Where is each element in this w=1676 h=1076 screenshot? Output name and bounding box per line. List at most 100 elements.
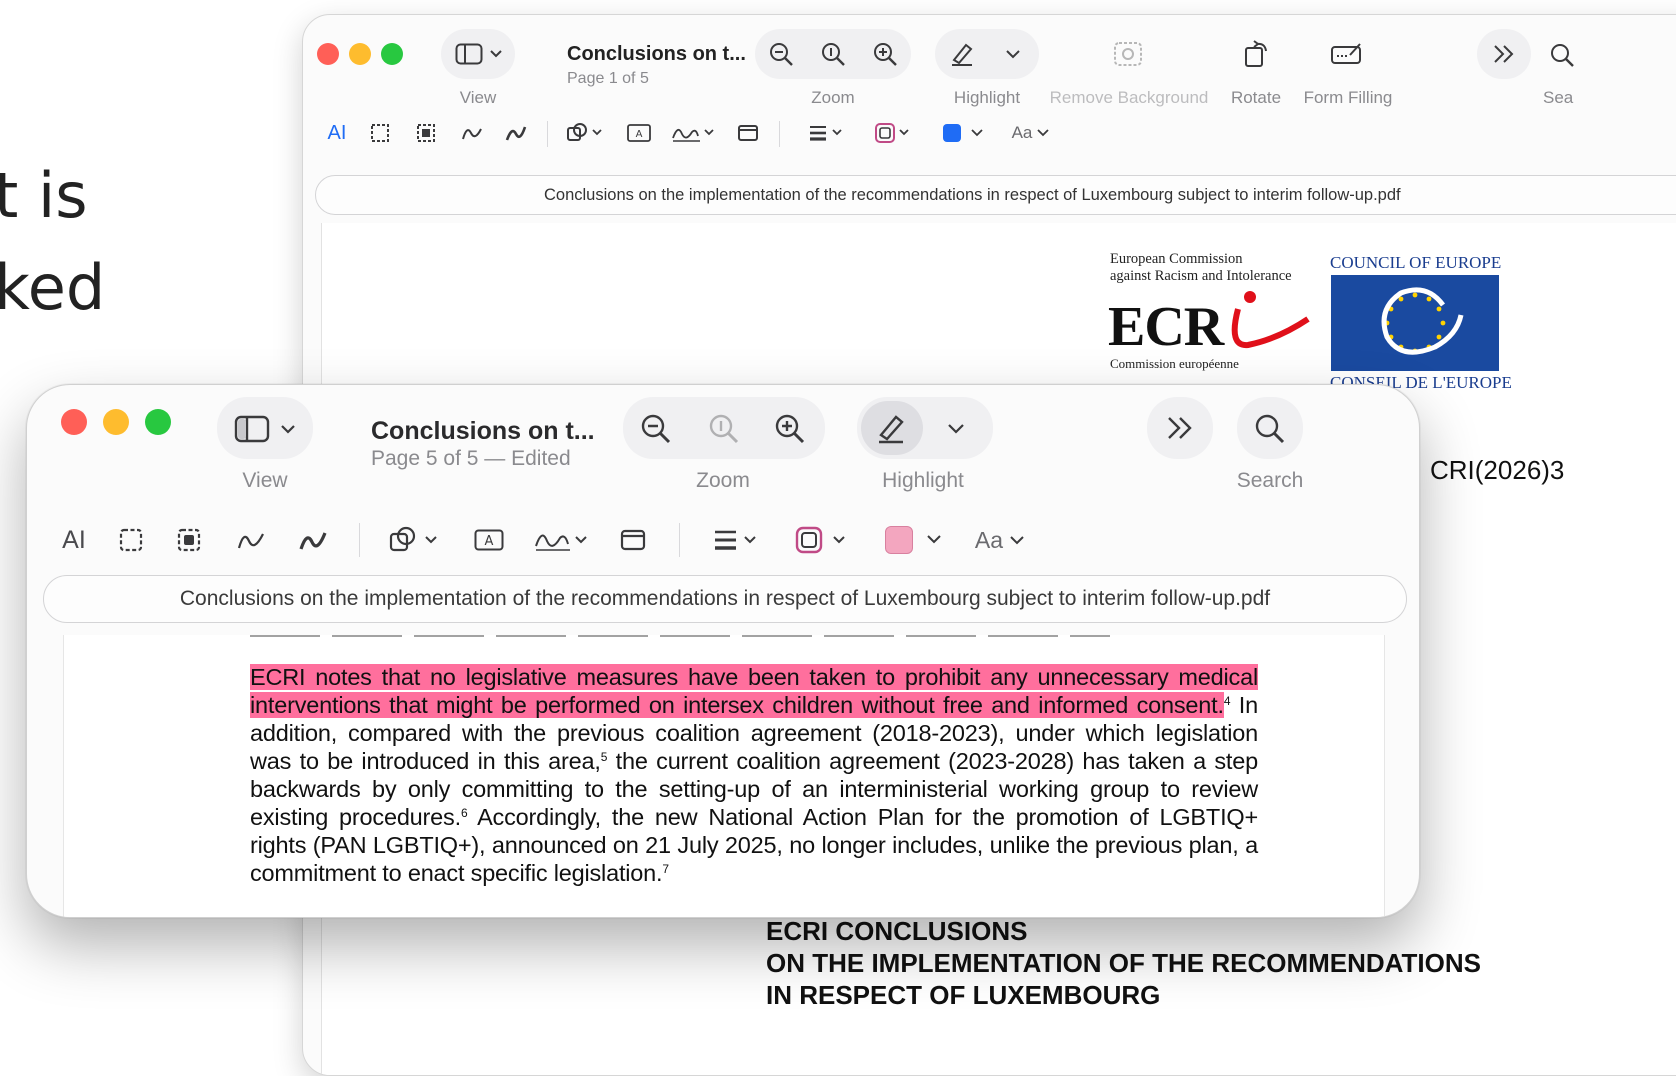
sketch-icon[interactable] [233,525,269,555]
zoom-window-button[interactable] [381,43,403,65]
preview-window-front[interactable]: View Conclusions on t... Page 5 of 5 — E… [26,384,1420,918]
highlighted-annotation[interactable]: ECRI notes that no legislative measures … [250,664,1258,718]
toolbar-divider [679,523,680,557]
sidebar-icon [231,413,273,445]
shapes-icon[interactable] [565,121,605,145]
line-style-icon[interactable] [711,525,763,555]
heading-line: ON THE IMPLEMENTATION OF THE RECOMMENDAT… [766,948,1481,978]
page-note-icon[interactable] [617,525,649,555]
chevron-down-icon[interactable] [1001,44,1025,64]
highlight-label: Highlight [953,88,1021,107]
more-tools-button[interactable] [1147,397,1213,459]
zoom-controls [623,397,825,459]
view-button[interactable] [217,397,313,459]
text-style-label: Aa [974,526,1004,553]
zoom-window-button[interactable] [145,409,171,435]
instant-alpha-icon[interactable] [173,525,205,555]
double-chevron-right-icon [1163,413,1197,443]
highlight-button[interactable] [935,29,1039,79]
rotate-icon[interactable] [1239,37,1273,71]
minimize-button[interactable] [349,43,371,65]
form-filling-icon[interactable] [1327,37,1367,71]
close-button[interactable] [61,409,87,435]
ecri-logo-swoosh [1231,291,1310,349]
page-note-icon[interactable] [735,121,761,145]
highlight-button[interactable] [857,397,993,459]
ecri-caption-fr: Commission européenne [1110,356,1239,371]
ecri-caption: European Commission against Racism and I… [1110,251,1292,285]
text-style-button[interactable]: Aa [1009,121,1053,145]
actual-size-icon[interactable] [819,40,847,68]
fill-color-button[interactable] [943,121,985,145]
text-selection-icon[interactable]: AI [323,121,351,145]
rectangular-selection-icon[interactable] [367,121,393,145]
highlight-label: Highlight [882,469,964,492]
border-color-icon[interactable] [873,121,913,145]
ecri-logo: ECR [1108,296,1224,358]
text-style-button[interactable]: Aa [971,525,1029,555]
ecri-caption-line: against Racism and Intolerance [1110,268,1292,284]
zoom-out-icon[interactable] [767,40,795,68]
heading-line: ECRI CONCLUSIONS [766,916,1028,946]
view-button[interactable] [441,29,515,79]
document-code: CRI(2026)3 [1430,455,1565,485]
sketch-icon[interactable] [459,121,485,145]
page-indicator: Page 1 of 5 [567,70,649,87]
search-icon [1253,412,1287,446]
more-tools-button[interactable] [1477,29,1531,79]
instant-alpha-icon[interactable] [413,121,439,145]
document-paragraph: ECRI notes that no legislative measures … [250,663,1258,887]
chevron-down-icon [487,44,505,64]
coe-title-en: COUNCIL OF EUROPE [1330,253,1502,272]
toolbar-divider [779,121,780,147]
close-button[interactable] [317,43,339,65]
document-title: Conclusions on t... [567,43,746,65]
document-page: ECRI notes that no legislative measures … [63,635,1385,917]
search-button[interactable] [1237,397,1303,459]
search-icon[interactable] [1547,41,1577,69]
toolbar-divider [547,121,548,147]
toolbar-divider [359,523,360,557]
chevron-down-icon [277,419,299,439]
search-label: Sea [1543,88,1574,107]
search-label: Search [1236,469,1304,492]
border-color-icon[interactable] [793,525,855,555]
file-name-bar: Conclusions on the implementation of the… [43,575,1407,623]
zoom-in-icon[interactable] [871,40,899,68]
rotate-label: Rotate [1230,88,1282,107]
actual-size-icon[interactable] [707,412,741,446]
shapes-icon[interactable] [387,525,445,555]
text-style-label: Aa [1011,123,1033,142]
zoom-out-icon[interactable] [639,412,673,446]
view-label: View [242,469,288,492]
sidebar-icon [451,40,487,68]
chevron-down-icon[interactable] [943,419,969,439]
background-article-text: t is ked [0,150,105,334]
minimize-button[interactable] [103,409,129,435]
color-swatch [943,124,961,142]
background-text-line: ked [0,251,106,324]
svg-text:A: A [485,534,494,549]
zoom-in-icon[interactable] [773,412,807,446]
council-of-europe-logo [1331,275,1499,371]
document-heading: ECRI CONCLUSIONS ON THE IMPLEMENTATION O… [766,915,1481,1011]
document-title: Conclusions on t... [371,417,595,445]
fill-color-button[interactable] [883,525,945,555]
rectangular-selection-icon[interactable] [115,525,147,555]
heading-line: IN RESPECT OF LUXEMBOURG [766,980,1161,1010]
footnote-ref[interactable]: 7 [662,862,669,876]
remove-background-icon[interactable] [1111,37,1145,71]
text-selection-icon[interactable]: AI [57,525,91,555]
svg-text:A: A [636,129,643,140]
zoom-controls [755,29,911,79]
draw-icon[interactable] [503,121,529,145]
signature-icon[interactable] [669,121,717,145]
text-box-icon[interactable]: A [625,121,653,145]
color-swatch [885,526,913,554]
text-box-icon[interactable]: A [471,525,507,555]
signature-icon[interactable] [531,525,591,555]
footnote-ref[interactable]: 4 [1224,694,1231,708]
ecri-caption-line: European Commission [1110,251,1243,267]
line-style-icon[interactable] [807,121,847,145]
draw-icon[interactable] [295,525,331,555]
